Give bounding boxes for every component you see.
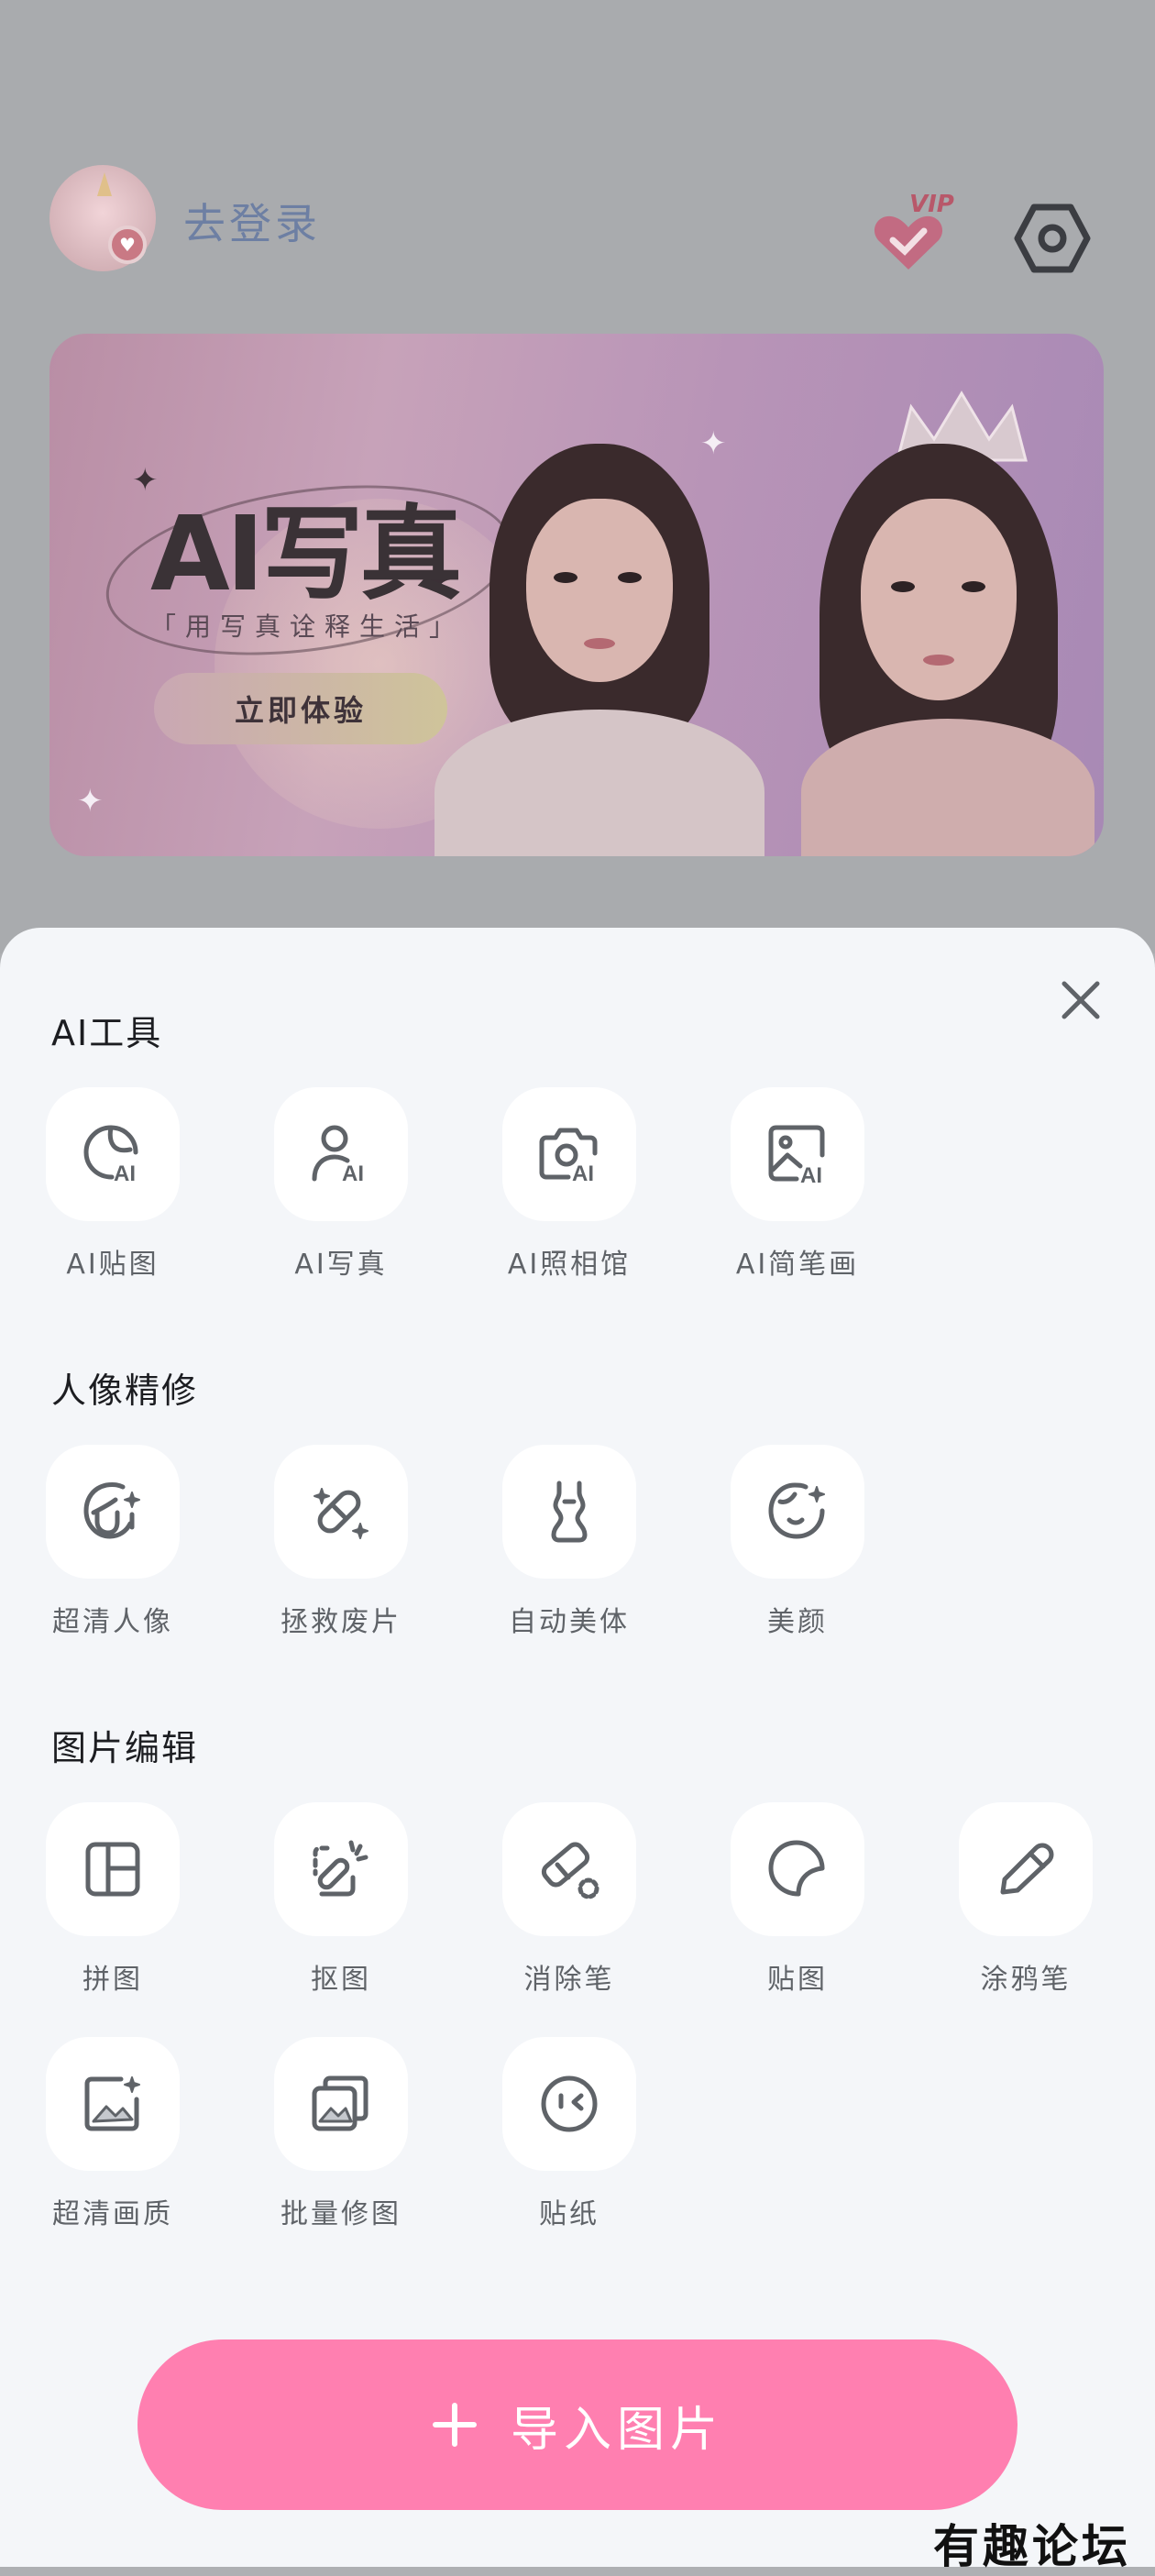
tool-label: 超清画质 <box>52 2198 173 2230</box>
cutout-icon <box>313 1840 368 1897</box>
tool-auto-body[interactable]: 自动美体 <box>472 1445 637 1665</box>
tool-beauty[interactable]: 美颜 <box>700 1445 865 1665</box>
import-image-label: 导入图片 <box>510 2402 723 2458</box>
emoji-sticker-icon <box>541 2075 598 2132</box>
svg-text:AI: AI <box>572 1161 594 1186</box>
tool-batch-edit[interactable]: 批量修图 <box>244 2037 409 2257</box>
beauty-face-icon <box>768 1482 825 1539</box>
tool-label: AI简笔画 <box>735 1249 860 1281</box>
ai-portrait-banner[interactable]: ✦ ✦ ✦ ✦ ✦ ✦ AI写真 「用写真诠释生活」 立即体验 <box>50 334 1104 856</box>
avatar[interactable]: ♥ <box>50 165 156 271</box>
import-image-button[interactable]: 导入图片 <box>138 2339 1018 2510</box>
eraser-icon <box>541 1842 600 1899</box>
tool-label: 涂鸦笔 <box>980 1964 1072 1996</box>
banner-cta-button[interactable]: 立即体验 <box>154 673 447 744</box>
banner-subtitle: 「用写真诠释生活」 <box>150 611 465 642</box>
hd-image-icon <box>84 2076 140 2131</box>
tool-label: AI贴图 <box>66 1249 160 1281</box>
tool-label: 拼图 <box>82 1964 143 1996</box>
tool-label: AI写真 <box>294 1249 388 1281</box>
tool-label: 消除笔 <box>523 1964 615 1996</box>
tool-label: 美颜 <box>767 1606 828 1638</box>
tool-hd-portrait[interactable]: 超清人像 <box>16 1445 181 1665</box>
tool-ai-photo-studio[interactable]: AI AI照相馆 <box>472 1087 637 1307</box>
login-link[interactable]: 去登录 <box>183 191 321 251</box>
svg-text:AI: AI <box>114 1161 136 1186</box>
portrait-figure-right <box>783 389 1094 856</box>
batch-edit-icon <box>312 2075 368 2131</box>
vip-heart-icon <box>874 215 943 270</box>
close-icon[interactable] <box>1060 979 1102 1021</box>
hd-portrait-icon <box>83 1481 140 1539</box>
pencil-icon <box>1000 1843 1054 1895</box>
tool-ai-portrait[interactable]: AI AI写真 <box>244 1087 409 1307</box>
tool-emoji-sticker[interactable]: 贴纸 <box>472 2037 637 2257</box>
vip-button[interactable]: VIP <box>873 191 964 273</box>
tool-label: 拯救废片 <box>280 1606 402 1638</box>
tool-label: 自动美体 <box>509 1606 630 1638</box>
tool-cutout[interactable]: 抠图 <box>244 1802 409 2022</box>
svg-text:AI: AI <box>800 1163 822 1186</box>
plus-icon <box>432 2403 477 2447</box>
tool-label: AI照相馆 <box>507 1249 632 1281</box>
portrait-figure-left <box>434 444 764 856</box>
svg-text:AI: AI <box>342 1161 364 1186</box>
tool-hd-image[interactable]: 超清画质 <box>16 2037 181 2257</box>
section-title-portrait-retouch: 人像精修 <box>51 1371 199 1411</box>
section-title-ai-tools: AI工具 <box>51 1013 163 1053</box>
tool-ai-sticker[interactable]: AI AI贴图 <box>16 1087 181 1307</box>
tool-label: 抠图 <box>311 1964 371 1996</box>
bandage-icon <box>314 1488 368 1539</box>
tool-eraser[interactable]: 消除笔 <box>472 1802 637 2022</box>
tool-ai-sketch[interactable]: AI AI简笔画 <box>700 1087 865 1307</box>
portrait-ai-icon: AI <box>312 1125 364 1186</box>
sparkle-icon: ✦ <box>77 783 104 820</box>
home-background: ♥ 去登录 VIP ✦ ✦ ✦ ✦ ✦ ✦ AI写真 「用写真诠释生活」 立即体… <box>0 0 1155 953</box>
tool-label: 贴图 <box>767 1964 828 1996</box>
tool-rescue-photo[interactable]: 拯救废片 <box>244 1445 409 1665</box>
collage-icon <box>85 1842 140 1897</box>
settings-hexagon-icon[interactable] <box>1014 204 1091 273</box>
heart-badge-icon: ♥ <box>108 226 147 264</box>
watermark: 有趣论坛 <box>933 2519 1131 2573</box>
body-shape-icon <box>551 1481 588 1543</box>
sticker-icon <box>768 1840 825 1897</box>
tool-label: 贴纸 <box>539 2198 600 2230</box>
tool-label: 超清人像 <box>52 1606 173 1638</box>
sticker-ai-icon: AI <box>83 1125 138 1186</box>
unicorn-horn-icon <box>97 172 112 196</box>
image-ai-icon: AI <box>768 1125 825 1186</box>
tool-sticker[interactable]: 贴图 <box>700 1802 865 2022</box>
vip-label: VIP <box>909 191 954 218</box>
tool-label: 批量修图 <box>280 2198 402 2230</box>
camera-ai-icon: AI <box>539 1128 598 1186</box>
banner-title: AI写真 <box>150 495 462 614</box>
section-title-image-edit: 图片编辑 <box>51 1728 199 1768</box>
tool-doodle-pen[interactable]: 涂鸦笔 <box>929 1802 1094 2022</box>
tool-collage[interactable]: 拼图 <box>16 1802 181 2022</box>
